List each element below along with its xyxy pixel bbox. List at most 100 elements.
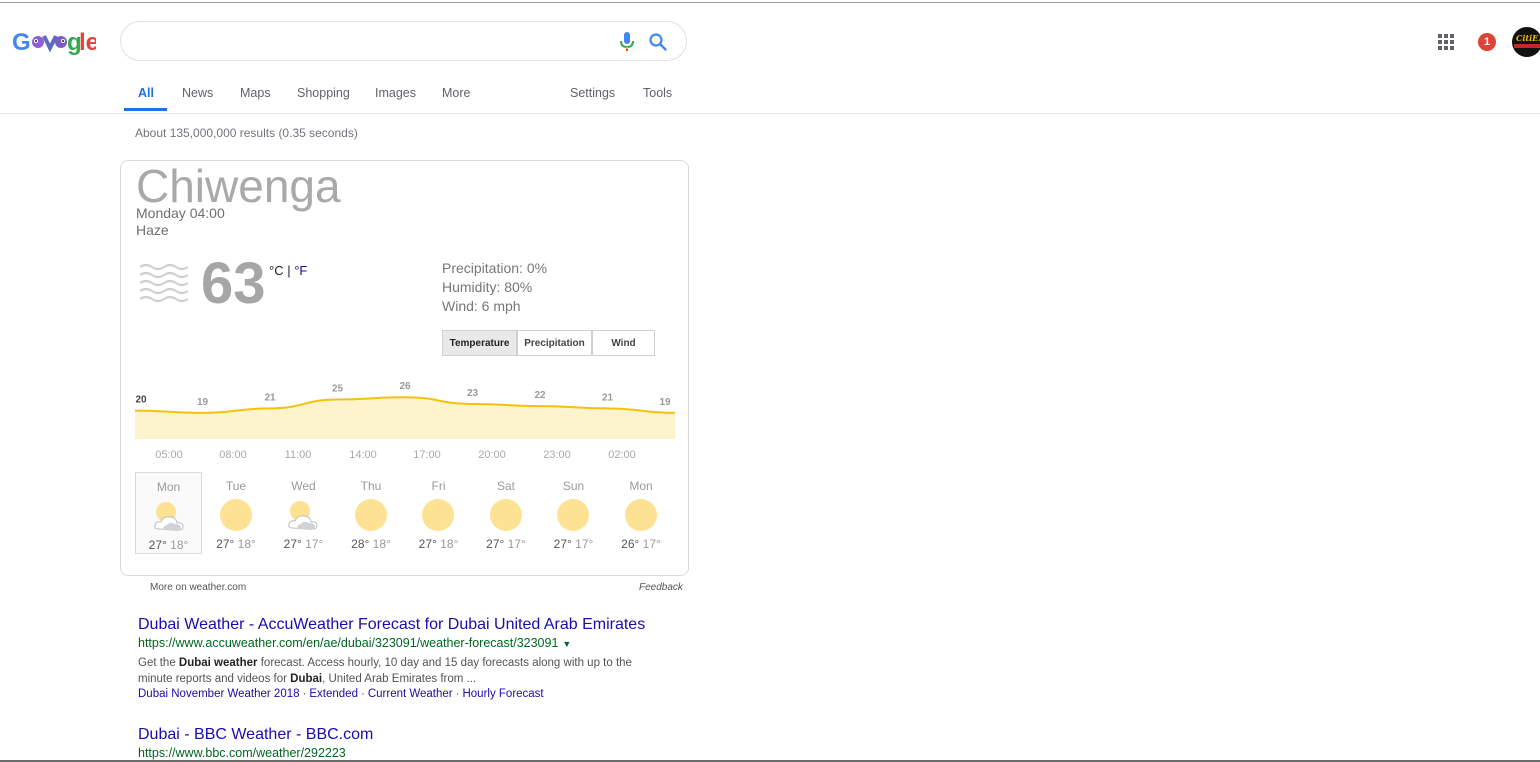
- forecast-high: 26°: [621, 537, 640, 551]
- result-url[interactable]: https://www.accuweather.com/en/ae/dubai/…: [138, 636, 571, 650]
- tab-shopping[interactable]: Shopping: [297, 86, 350, 100]
- sun-icon: [219, 499, 252, 531]
- forecast-day-name: Sat: [496, 479, 515, 493]
- forecast-temps: 27° 18°: [136, 538, 201, 552]
- precipitation-info: Precipitation: 0%: [442, 260, 548, 276]
- forecast-high: 28°: [351, 537, 370, 551]
- temperature-tab[interactable]: Temperature: [442, 330, 517, 356]
- forecast-low: 18°: [372, 537, 391, 551]
- temperature-point-label: 21: [602, 392, 614, 403]
- precipitation-tab[interactable]: Precipitation: [517, 330, 592, 356]
- forecast-low: 18°: [440, 537, 459, 551]
- wind-tab[interactable]: Wind: [592, 330, 655, 356]
- result-title[interactable]: Dubai Weather - AccuWeather Forecast for…: [138, 616, 645, 634]
- forecast-temps: 27° 17°: [270, 537, 337, 551]
- sun-icon: [557, 499, 589, 531]
- temperature-area: [135, 397, 675, 439]
- result-url-text[interactable]: https://www.accuweather.com/en/ae/dubai/…: [138, 636, 558, 650]
- haze-icon: [139, 263, 189, 303]
- account-avatar[interactable]: CitiE...: [1512, 27, 1540, 57]
- forecast-day-name: Wed: [291, 479, 316, 493]
- google-logo[interactable]: G g le: [12, 28, 96, 58]
- sitelink[interactable]: Dubai November Weather 2018: [138, 688, 300, 700]
- window-top-border: [0, 2, 1540, 3]
- snippet-bold: Dubai weather: [178, 657, 258, 669]
- tab-more[interactable]: More: [442, 86, 470, 100]
- hour-label: 17:00: [413, 449, 441, 461]
- forecast-day[interactable]: Sun 27° 17°: [540, 472, 607, 554]
- dropdown-caret-icon[interactable]: ▼: [562, 639, 571, 649]
- search-tabs: All News Maps Shopping Images More Setti…: [0, 86, 1540, 114]
- weather-condition: Haze: [136, 222, 169, 238]
- forecast-temps: 27° 18°: [203, 537, 270, 551]
- forecast-day-name: Fri: [431, 479, 446, 493]
- forecast-temps: 26° 17°: [608, 537, 675, 551]
- forecast-low: 17°: [305, 537, 324, 551]
- forecast-low: 17°: [575, 537, 594, 551]
- temperature-point-label: 25: [332, 383, 344, 394]
- sitelink-separator: ·: [302, 688, 307, 700]
- forecast-day-name: Mon: [629, 479, 653, 493]
- temperature-point-label: 20: [135, 395, 147, 406]
- tab-images[interactable]: Images: [375, 86, 416, 100]
- forecast-high: 27°: [486, 537, 505, 551]
- svg-text:le: le: [79, 29, 96, 56]
- sun-icon: [354, 499, 387, 531]
- svg-text:G: G: [12, 29, 31, 56]
- hour-label: 23:00: [543, 449, 571, 461]
- forecast-day[interactable]: Mon 27° 18°: [135, 472, 202, 554]
- apps-grid-icon[interactable]: [1438, 34, 1454, 50]
- forecast-low: 18°: [237, 537, 256, 551]
- forecast-day-name: Sun: [562, 479, 585, 493]
- forecast-temps: 27° 17°: [540, 537, 607, 551]
- forecast-day-name: Thu: [360, 479, 382, 493]
- result-snippet: Get the Dubai weather forecast. Access h…: [138, 655, 658, 687]
- sitelink[interactable]: Hourly Forecast: [462, 688, 543, 700]
- temperature-point-label: 26: [399, 381, 411, 392]
- forecast-day[interactable]: Thu 28° 18°: [338, 472, 405, 554]
- forecast-temps: 27° 18°: [405, 537, 472, 551]
- search-input[interactable]: [120, 21, 687, 61]
- result-title[interactable]: Dubai - BBC Weather - BBC.com: [138, 726, 373, 744]
- search-icon[interactable]: [648, 32, 668, 52]
- forecast-day-name: Mon: [156, 480, 181, 494]
- feedback-link[interactable]: Feedback: [639, 582, 683, 593]
- forecast-temps: 27° 17°: [473, 537, 540, 551]
- snippet-text: forecast. Access hourly, 10 day and 15 d…: [257, 657, 632, 669]
- weather-card: Chiwenga Monday 04:00 Haze 63 °C | °F Pr…: [120, 160, 689, 576]
- snippet-text: , United Arab Emirates from ...: [322, 673, 477, 685]
- unit-separator: |: [283, 263, 295, 278]
- sitelink[interactable]: Current Weather: [368, 688, 453, 700]
- tab-maps[interactable]: Maps: [240, 86, 271, 100]
- result-url[interactable]: https://www.bbc.com/weather/292223: [138, 746, 346, 760]
- snippet-bold: Dubai: [290, 673, 323, 685]
- temperature-point-label: 22: [534, 390, 546, 401]
- forecast-high: 27°: [148, 538, 167, 552]
- avatar-label: CitiE...: [1516, 33, 1540, 43]
- forecast-day[interactable]: Wed 27° 17°: [270, 472, 337, 554]
- snippet-text: Get the: [138, 657, 179, 669]
- avatar-stripe: [1514, 44, 1540, 48]
- forecast-day[interactable]: Fri 27° 18°: [405, 472, 472, 554]
- hour-label: 08:00: [219, 449, 247, 461]
- hour-label: 05:00: [155, 449, 183, 461]
- sitelink[interactable]: Extended: [309, 688, 358, 700]
- temperature-chart: 20 19 21 25 26 23 22 21 19: [135, 381, 675, 439]
- fahrenheit-unit[interactable]: °F: [294, 263, 307, 278]
- weather-source-link[interactable]: More on weather.com: [150, 582, 246, 593]
- celsius-unit[interactable]: °C: [269, 263, 284, 278]
- forecast-day[interactable]: Sat 27° 17°: [473, 472, 540, 554]
- settings-link[interactable]: Settings: [570, 86, 615, 100]
- forecast-temps: 28° 18°: [338, 537, 405, 551]
- forecast-day[interactable]: Tue 27° 18°: [203, 472, 270, 554]
- active-tab-indicator: [124, 108, 167, 111]
- microphone-icon[interactable]: [620, 32, 634, 52]
- tools-link[interactable]: Tools: [643, 86, 672, 100]
- tab-news[interactable]: News: [182, 86, 213, 100]
- temperature-point-label: 21: [264, 392, 276, 403]
- forecast-day[interactable]: Mon 26° 17°: [608, 472, 675, 554]
- tab-all[interactable]: All: [138, 86, 154, 100]
- notification-badge[interactable]: 1: [1478, 33, 1496, 51]
- forecast-low: 18°: [170, 538, 189, 552]
- sitelink-separator: ·: [360, 688, 365, 700]
